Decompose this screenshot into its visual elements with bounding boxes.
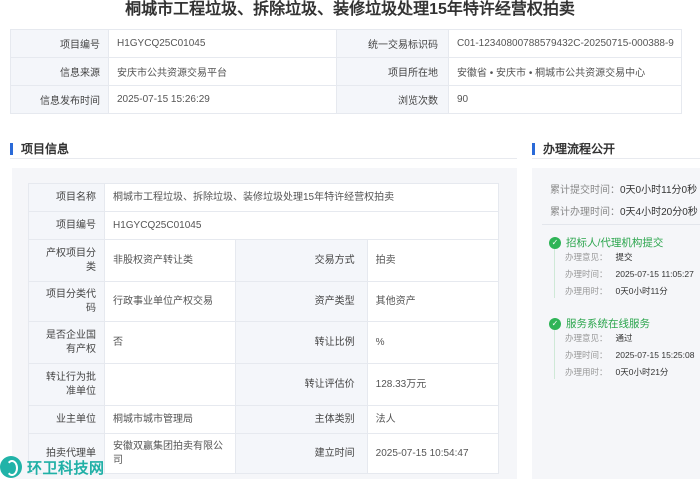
check-circle-icon: ✓ xyxy=(549,236,561,249)
project-no-value: H1GYCQ25C01045 xyxy=(104,211,499,240)
project-name-value: 桐城市工程垃圾、拆除垃圾、装修垃圾处理15年特许经营权拍卖 xyxy=(104,183,499,212)
publish-time-label: 信息发布时间 xyxy=(10,85,109,114)
section-accent-bar xyxy=(532,142,535,155)
approval-value xyxy=(103,363,237,406)
agent-value: 安徽双赢集团拍卖有限公司 xyxy=(103,433,237,474)
section-accent-bar xyxy=(10,142,13,155)
soe-label: 是否企业国有产权 xyxy=(28,321,105,364)
asset-type-label: 资产类型 xyxy=(235,281,368,322)
step-duration: 办理用时： 0天0小时21分 xyxy=(565,366,668,378)
submit-time-value: 0天0小时11分0秒 xyxy=(620,185,698,196)
valuation-label: 转让评估价 xyxy=(235,363,368,406)
process-heading: 办理流程公开 xyxy=(532,140,615,157)
step-duration: 办理用时： 0天0小时11分 xyxy=(565,285,668,297)
step-connector xyxy=(554,329,555,379)
summary-table: 项目编号 H1GYCQ25C01045 统一交易标识码 C01-12340800… xyxy=(10,29,682,114)
project-name-label: 项目名称 xyxy=(28,183,105,212)
entity-type-value: 法人 xyxy=(366,405,500,434)
category-code-label: 项目分类代码 xyxy=(28,281,105,322)
created-value: 2025-07-15 10:54:47 xyxy=(366,433,500,474)
category-code-value: 行政事业单位产权交易 xyxy=(103,281,237,322)
step-time: 办理时间： 2025-07-15 11:05:27 xyxy=(565,268,694,280)
watermark-logo-icon xyxy=(0,456,22,478)
step-time: 办理时间： 2025-07-15 15:25:08 xyxy=(565,349,694,361)
project-info-divider xyxy=(10,158,517,159)
project-info-heading: 项目信息 xyxy=(10,140,69,157)
location-value: 安徽省 • 安庆市 • 桐城市公共资源交易中心 xyxy=(448,57,682,86)
page-title: 桐城市工程垃圾、拆除垃圾、装修垃圾处理15年特许经营权拍卖 xyxy=(125,1,575,18)
process-divider xyxy=(532,158,700,159)
created-label: 建立时间 xyxy=(235,433,368,474)
entity-type-label: 主体类别 xyxy=(235,405,368,434)
project-info-table: 项目名称 桐城市工程垃圾、拆除垃圾、装修垃圾处理15年特许经营权拍卖 项目编号 … xyxy=(28,183,500,474)
step-time-value: 2025-07-15 15:25:08 xyxy=(615,350,695,360)
location-label: 项目所在地 xyxy=(336,57,449,86)
step-opinion-label: 办理意见： xyxy=(565,333,608,343)
step-title: 招标人/代理机构提交 xyxy=(566,237,664,249)
step-duration-label: 办理用时： xyxy=(565,367,608,377)
asset-type-value: 其他资产 xyxy=(366,281,500,322)
process-separator xyxy=(542,224,700,225)
step-time-label: 办理时间： xyxy=(565,269,608,279)
project-no-label: 项目编号 xyxy=(28,211,105,240)
transfer-ratio-label: 转让比例 xyxy=(235,321,368,364)
project-no-label: 项目编号 xyxy=(10,29,109,58)
category-value: 非股权资产转让类 xyxy=(103,239,237,282)
views-value: 90 xyxy=(448,85,682,114)
step-opinion: 办理意见： 提交 xyxy=(565,251,633,263)
submit-time-stat: 累计提交时间：0天0小时11分0秒 xyxy=(550,181,697,196)
step-time-label: 办理时间： xyxy=(565,350,608,360)
owner-label: 业主单位 xyxy=(28,405,105,434)
step-duration-value: 0天0小时21分 xyxy=(615,367,669,377)
soe-value: 否 xyxy=(103,321,237,364)
source-value: 安庆市公共资源交易平台 xyxy=(108,57,337,86)
submit-time-label: 累计提交时间： xyxy=(550,185,620,196)
handle-time-stat: 累计办理时间：0天4小时20分0秒 xyxy=(550,203,698,218)
trade-id-label: 统一交易标识码 xyxy=(336,29,449,58)
step-title: 服务系统在线服务 xyxy=(566,318,650,330)
approval-label: 转让行为批准单位 xyxy=(28,363,105,406)
step-time-value: 2025-07-15 11:05:27 xyxy=(615,269,694,279)
transfer-ratio-value: % xyxy=(366,321,500,364)
trade-method-value: 拍卖 xyxy=(366,239,500,282)
check-circle-icon: ✓ xyxy=(549,317,561,330)
watermark: 环卫科技网 xyxy=(0,455,105,479)
step-connector xyxy=(554,248,555,298)
step-opinion-label: 办理意见： xyxy=(565,252,608,262)
process-step-1: ✓ 招标人/代理机构提交 xyxy=(549,235,663,250)
process-title: 办理流程公开 xyxy=(543,142,616,156)
step-opinion-value: 通过 xyxy=(615,333,633,343)
step-duration-label: 办理用时： xyxy=(565,286,608,296)
trade-id-value: C01-12340800788579432C-20250715-000388-9 xyxy=(448,29,682,58)
step-opinion-value: 提交 xyxy=(615,252,633,262)
category-label: 产权项目分类 xyxy=(28,239,105,282)
handle-time-value: 0天4小时20分0秒 xyxy=(620,207,698,218)
publish-time-value: 2025-07-15 15:26:29 xyxy=(108,85,337,114)
source-label: 信息来源 xyxy=(10,57,109,86)
handle-time-label: 累计办理时间： xyxy=(550,207,620,218)
project-no-value: H1GYCQ25C01045 xyxy=(108,29,337,58)
step-duration-value: 0天0小时11分 xyxy=(615,286,668,296)
views-label: 浏览次数 xyxy=(336,85,449,114)
project-info-title: 项目信息 xyxy=(21,142,70,156)
valuation-value: 128.33万元 xyxy=(366,363,500,406)
owner-value: 桐城市城市管理局 xyxy=(103,405,237,434)
trade-method-label: 交易方式 xyxy=(235,239,368,282)
step-opinion: 办理意见： 通过 xyxy=(565,332,633,344)
watermark-text: 环卫科技网 xyxy=(27,459,105,477)
process-step-2: ✓ 服务系统在线服务 xyxy=(549,316,650,331)
